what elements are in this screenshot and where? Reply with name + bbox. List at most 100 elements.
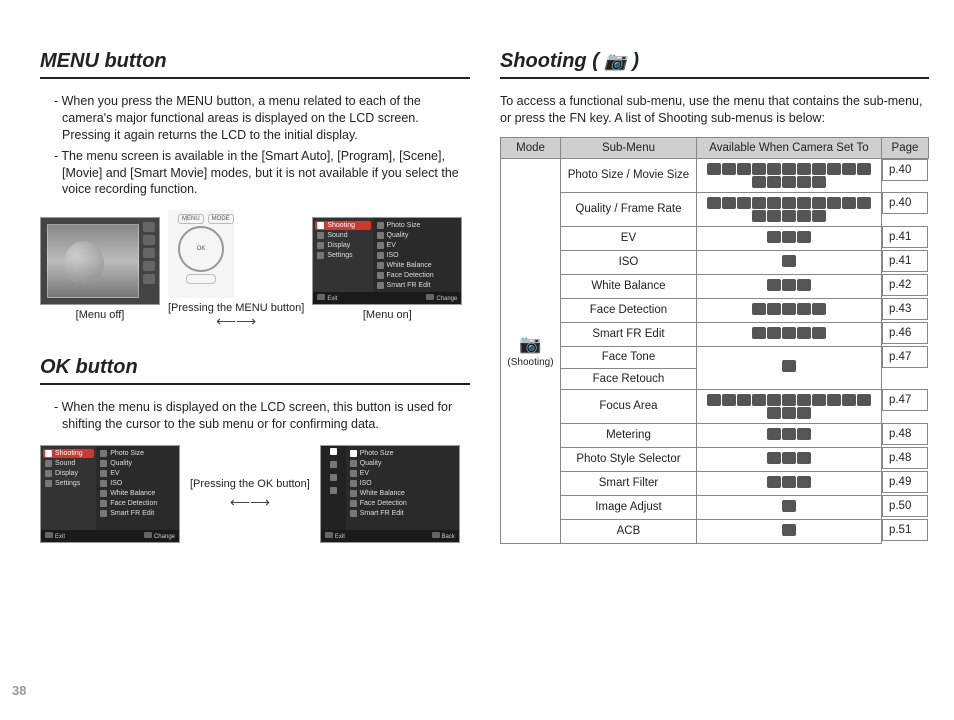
- menu-bar-change: Change: [426, 294, 457, 302]
- page-cell: p.46: [882, 322, 928, 344]
- page-cell: p.40: [882, 192, 928, 214]
- page-cell: p.41: [882, 226, 928, 248]
- ok1-bar-exit: Exit: [55, 534, 65, 540]
- avail-cell: [696, 423, 881, 447]
- table-row: Smart Filterp.49: [501, 471, 929, 495]
- ok-button-description: - When the menu is displayed on the LCD …: [54, 399, 470, 433]
- menu-item: EV: [375, 241, 460, 250]
- menu-off-caption: [Menu off]: [40, 309, 160, 321]
- menu-item: ISO: [98, 479, 177, 488]
- menu-button-heading: MENU button: [40, 50, 470, 79]
- menu-item: Quality: [375, 231, 460, 240]
- menu-button-description: - When you press the MENU button, a menu…: [54, 93, 470, 198]
- submenu-cell: Focus Area: [561, 389, 697, 423]
- menu-item: Display: [315, 241, 370, 250]
- ok1-bar-change: Change: [154, 534, 175, 540]
- th-mode: Mode: [501, 137, 561, 158]
- camera-icon: 📷: [519, 334, 541, 354]
- avail-cell: [696, 298, 881, 322]
- page-cell: p.41: [882, 250, 928, 272]
- submenu-cell: Face Tone: [561, 346, 697, 368]
- lcd-menu-on: ShootingSoundDisplaySettings Photo SizeQ…: [312, 217, 462, 305]
- submenu-cell: Quality / Frame Rate: [561, 192, 697, 226]
- submenu-cell: ISO: [561, 250, 697, 274]
- table-row: Metering p.48: [501, 423, 929, 447]
- menu-item: Sound: [43, 459, 94, 468]
- avail-cell: [696, 158, 881, 192]
- menu-bar-exit: Exit: [317, 294, 337, 302]
- menu-item: White Balance: [375, 261, 460, 270]
- table-row: ACB p.51: [501, 519, 929, 543]
- table-row: 📷(Shooting)Photo Size / Movie Sizep.40: [501, 158, 929, 192]
- submenu-cell: Smart FR Edit: [561, 322, 697, 346]
- page-cell: p.50: [882, 495, 928, 517]
- camera-icon: 📷: [604, 51, 626, 71]
- lcd-ok-before: ShootingSoundDisplaySettings Photo SizeQ…: [40, 445, 180, 543]
- submenu-cell: Photo Size / Movie Size: [561, 158, 697, 192]
- th-avail: Available When Camera Set To: [696, 137, 881, 158]
- menu-item: EV: [348, 469, 457, 478]
- menu-item: Photo Size: [375, 221, 460, 230]
- shooting-table: Mode Sub-Menu Available When Camera Set …: [500, 137, 929, 544]
- submenu-cell: Photo Style Selector: [561, 447, 697, 471]
- th-page: Page: [881, 137, 928, 158]
- submenu-cell: Metering: [561, 423, 697, 447]
- ok2-bar-back: Back: [442, 534, 455, 540]
- ok-figure-row: ShootingSoundDisplaySettings Photo SizeQ…: [40, 445, 470, 543]
- table-row: Face Detectionp.43: [501, 298, 929, 322]
- menu-item: Face Detection: [375, 271, 460, 280]
- ok-button-heading: OK button: [40, 356, 470, 385]
- mode-label: (Shooting): [507, 357, 554, 368]
- page-cell: p.40: [882, 159, 928, 181]
- page-number: 38: [12, 683, 26, 698]
- menu-item: ISO: [348, 479, 457, 488]
- menu-figure-row: [Menu off] MENU MODE OK [Pressing the ME…: [40, 210, 470, 328]
- menu-item: Smart FR Edit: [98, 509, 177, 518]
- submenu-cell: Image Adjust: [561, 495, 697, 519]
- menu-item: Shooting: [43, 449, 94, 458]
- avail-cell: [696, 471, 881, 495]
- avail-cell: [696, 495, 881, 519]
- page-cell: p.51: [882, 519, 928, 541]
- th-sub: Sub-Menu: [561, 137, 697, 158]
- menu-p1: - When you press the MENU button, a menu…: [54, 93, 470, 144]
- menu-item: Photo Size: [98, 449, 177, 458]
- lcd-ok-after: Photo SizeQualityEVISOWhite BalanceFace …: [320, 445, 460, 543]
- double-arrow-icon: ⟵⟶: [206, 314, 266, 328]
- menu-item: Smart FR Edit: [375, 281, 460, 290]
- shooting-intro: To access a functional sub-menu, use the…: [500, 93, 929, 127]
- mode-cell: 📷 (Shooting): [501, 158, 561, 543]
- lcd-menu-off: [40, 217, 160, 305]
- avail-cell: [696, 322, 881, 346]
- avail-cell: [696, 519, 881, 543]
- avail-cell: [696, 192, 881, 226]
- menu-on-caption: [Menu on]: [312, 309, 462, 321]
- table-row: EVp.41: [501, 226, 929, 250]
- menu-item: White Balance: [98, 489, 177, 498]
- page-cell: p.47: [882, 389, 928, 411]
- ok2-bar-exit: Exit: [335, 534, 345, 540]
- submenu-cell: ACB: [561, 519, 697, 543]
- menu-item: Smart FR Edit: [348, 509, 457, 518]
- table-row: White Balancep.42: [501, 274, 929, 298]
- pad-mode-label: MODE: [208, 214, 234, 224]
- menu-item: EV: [98, 469, 177, 478]
- avail-cell: [696, 274, 881, 298]
- menu-item: ISO: [375, 251, 460, 260]
- avail-cell: [696, 389, 881, 423]
- pad-dial: OK: [178, 226, 224, 272]
- control-pad-illustration: MENU MODE OK: [168, 210, 234, 298]
- avail-cell: [696, 447, 881, 471]
- menu-item: Settings: [43, 479, 94, 488]
- menu-item: Quality: [348, 459, 457, 468]
- page-cell: p.48: [882, 423, 928, 445]
- menu-p2: - The menu screen is available in the [S…: [54, 148, 470, 199]
- table-row: Image Adjust p.50: [501, 495, 929, 519]
- submenu-cell: White Balance: [561, 274, 697, 298]
- submenu-cell: Face Retouch: [561, 368, 697, 389]
- avail-cell: [696, 250, 881, 274]
- table-row: ISO p.41: [501, 250, 929, 274]
- ok-p1: - When the menu is displayed on the LCD …: [54, 399, 470, 433]
- page-cell: p.48: [882, 447, 928, 469]
- table-row: Photo Style Selector p.48: [501, 447, 929, 471]
